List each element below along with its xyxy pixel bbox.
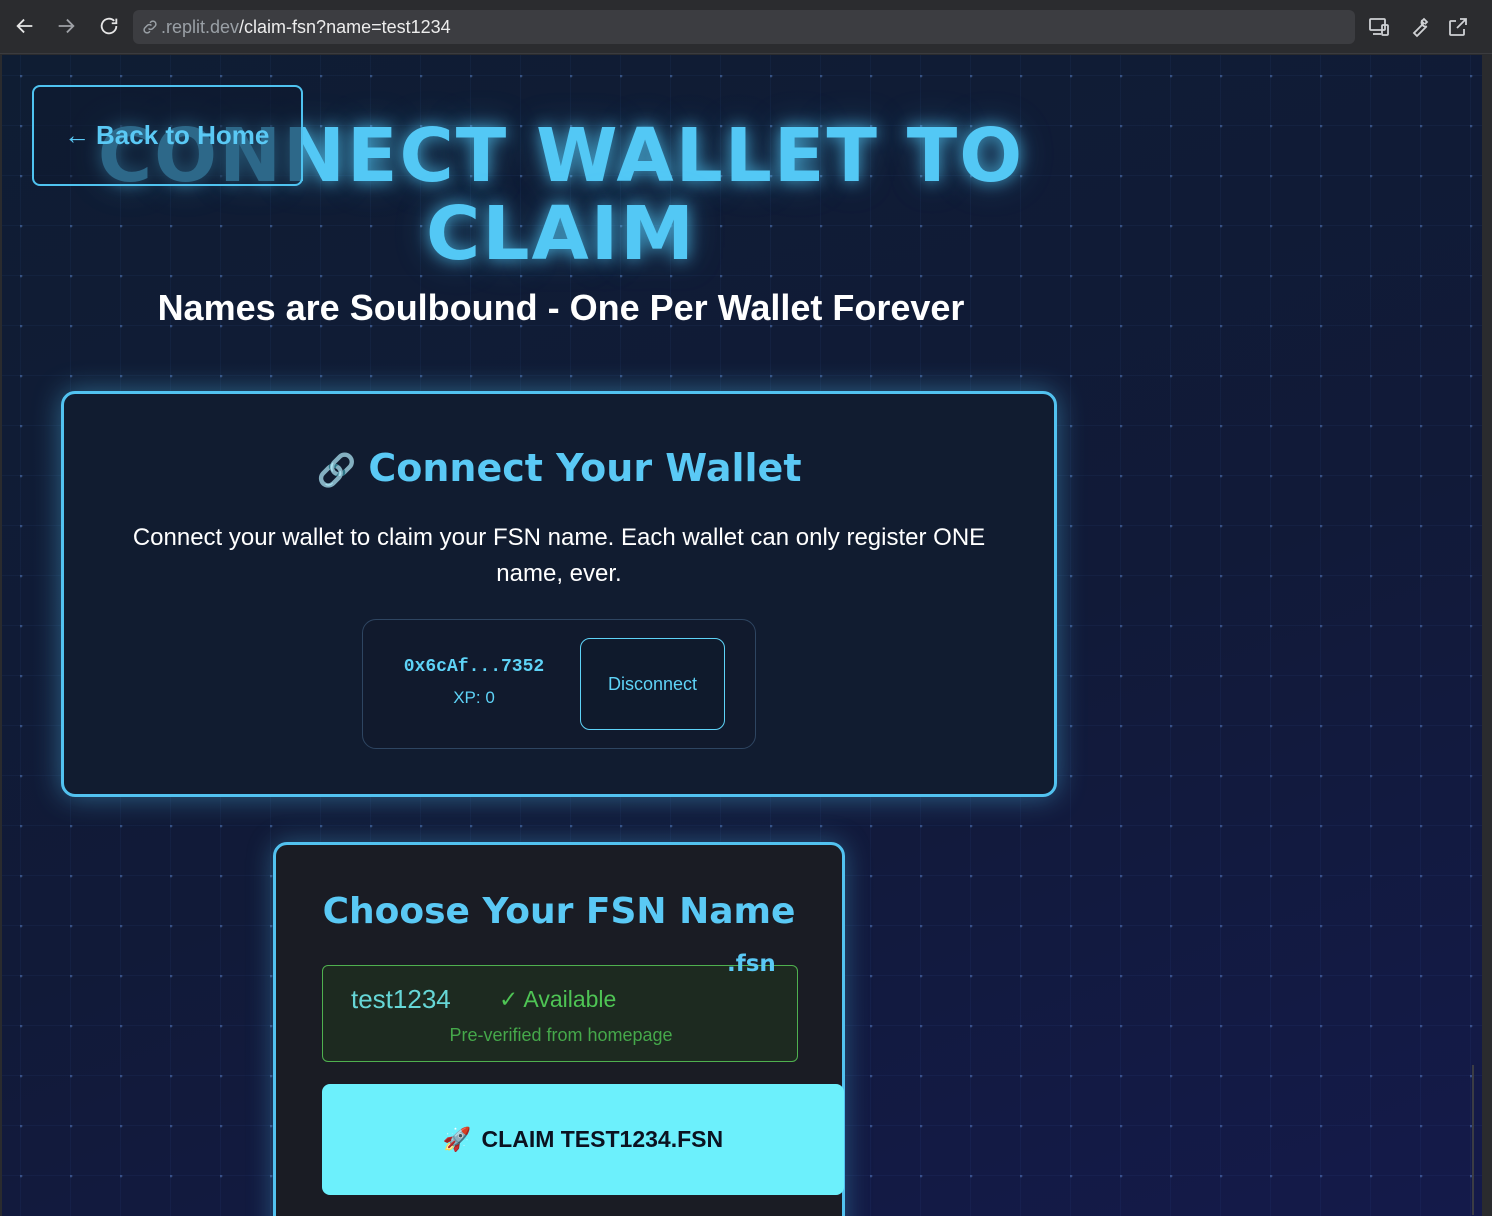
name-input[interactable]: test1234 ✓ Available Pre-verified from h… xyxy=(322,965,798,1062)
back-to-home-label: Back to Home xyxy=(96,120,270,150)
reload-icon[interactable] xyxy=(95,12,123,40)
url-path: /claim-fsn?name=test1234 xyxy=(239,16,451,37)
scrollbar[interactable] xyxy=(1472,1065,1474,1215)
wallet-status-box: 0x6cAf...7352 XP: 0 Disconnect xyxy=(362,619,756,749)
wallet-address: 0x6cAf...7352 xyxy=(403,657,545,677)
page-viewport: CONNECT WALLET TO CLAIM Names are Soulbo… xyxy=(2,55,1482,1216)
open-external-icon[interactable] xyxy=(1446,15,1470,39)
availability-status: ✓ Available xyxy=(499,986,617,1012)
forward-arrow-icon[interactable] xyxy=(52,12,80,40)
left-arrow-icon: ← xyxy=(64,120,90,150)
connect-wallet-heading: 🔗 Connect Your Wallet xyxy=(64,446,1054,490)
wallet-xp: XP: 0 xyxy=(453,688,495,707)
claim-name-button[interactable]: 🚀 CLAIM TEST1234.FSN xyxy=(322,1084,844,1195)
claim-name-heading: Choose Your FSN Name xyxy=(322,891,796,932)
wrench-icon[interactable] xyxy=(1407,15,1431,39)
disconnect-button[interactable]: Disconnect xyxy=(580,638,725,730)
connect-wallet-card: 🔗 Connect Your Wallet Connect your wallet… xyxy=(61,391,1057,797)
fsn-suffix: .fsn xyxy=(727,951,776,977)
devices-icon[interactable] xyxy=(1367,15,1391,39)
connect-wallet-description: Connect your wallet to claim your FSN na… xyxy=(132,524,986,587)
claim-name-card: Choose Your FSN Name test1234 ✓ Availabl… xyxy=(273,842,845,1216)
url-link-icon xyxy=(141,18,159,36)
page-subtitle: Names are Soulbound - One Per Wallet For… xyxy=(157,287,965,328)
link-icon: 🔗 xyxy=(316,451,357,489)
name-value: test1234 xyxy=(351,984,451,1014)
preverified-note: Pre-verified from homepage xyxy=(449,1025,673,1045)
rocket-icon: 🚀 xyxy=(442,1126,472,1152)
url-domain: .replit.dev xyxy=(161,16,240,37)
browser-toolbar: .replit.dev/claim-fsn?name=test1234 xyxy=(0,0,1492,54)
claim-button-label: CLAIM TEST1234.FSN xyxy=(481,1126,724,1152)
back-arrow-icon[interactable] xyxy=(11,12,39,40)
back-to-home-button[interactable]: ← Back to Home xyxy=(32,85,303,186)
address-bar[interactable]: .replit.dev/claim-fsn?name=test1234 xyxy=(133,10,1355,44)
connect-wallet-title: Connect Your Wallet xyxy=(368,446,802,490)
